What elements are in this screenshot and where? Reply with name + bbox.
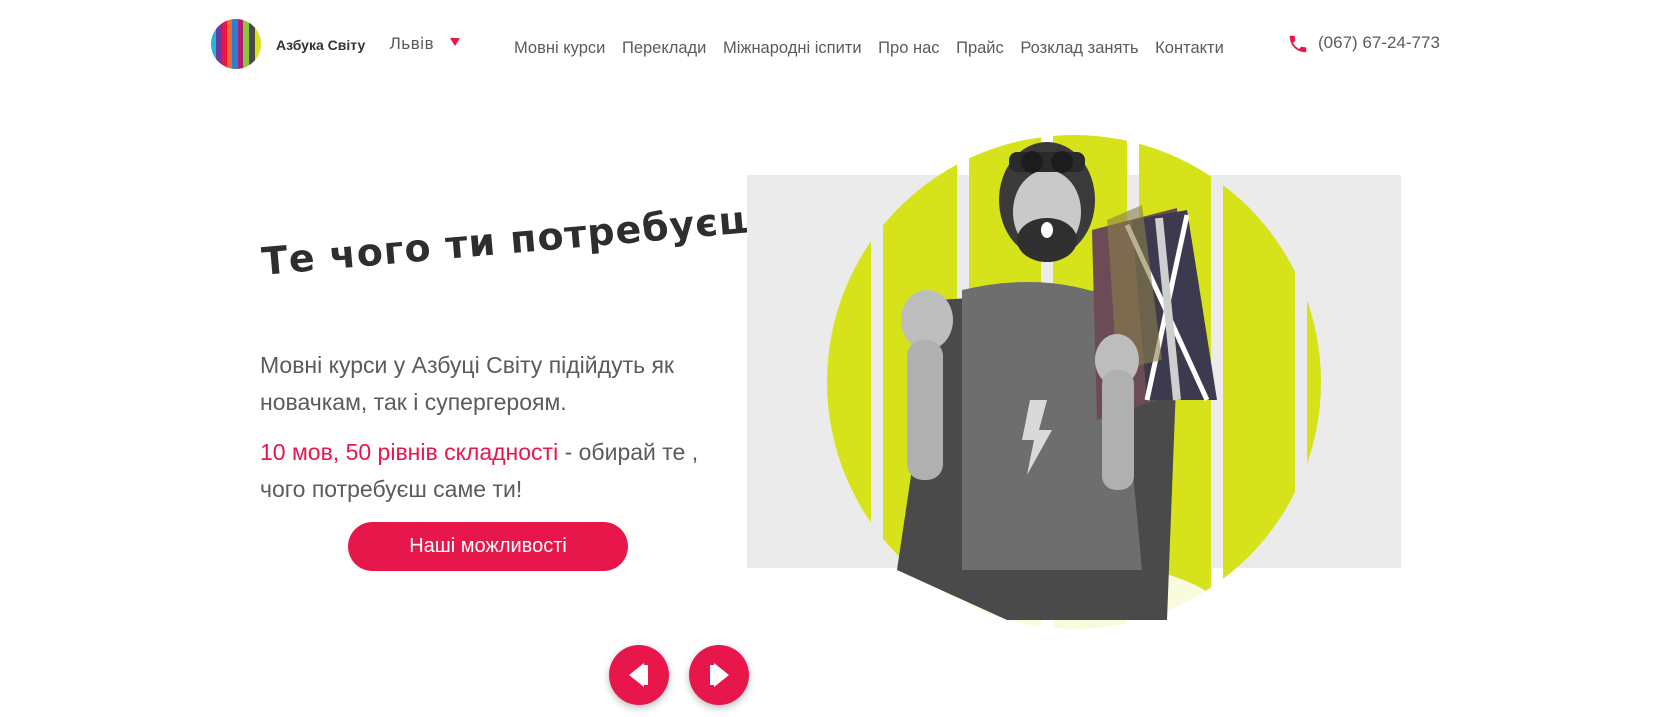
nav-item-about[interactable]: Про нас: [878, 39, 939, 58]
hero-description: Мовні курси у Азбуці Світу підійдуть як …: [260, 352, 674, 415]
slider-prev-button[interactable]: [609, 645, 669, 705]
nav-item-schedule[interactable]: Розклад занять: [1020, 39, 1138, 58]
arrow-right-icon: [710, 663, 729, 687]
phone-icon: [1289, 35, 1307, 53]
nav-item-language-courses[interactable]: Мовні курси: [514, 39, 605, 58]
our-possibilities-button[interactable]: Наші можливості: [348, 522, 628, 571]
phone-number[interactable]: (067) 67-24-773: [1318, 33, 1440, 53]
logo-icon[interactable]: [210, 18, 262, 70]
hero-highlight: 10 мов, 50 рівнів складності: [260, 439, 559, 465]
nav-item-contacts[interactable]: Контакти: [1155, 39, 1224, 58]
hero-description-secondary: 10 мов, 50 рівнів складності - обирай те…: [260, 434, 740, 508]
slider-next-button[interactable]: [689, 645, 749, 705]
hero-title: Те чого ти потребуєш!: [260, 194, 780, 284]
hero-illustration: [747, 135, 1401, 680]
nav-item-price[interactable]: Прайс: [956, 39, 1004, 58]
caret-down-icon[interactable]: [450, 38, 460, 46]
main-nav: Мовні курси Переклади Міжнародні іспити …: [514, 39, 1240, 58]
city-selector[interactable]: Львів: [389, 34, 434, 53]
brand-name[interactable]: Азбука Світу: [276, 37, 365, 53]
nav-item-international-exams[interactable]: Міжнародні іспити: [723, 39, 862, 58]
arrow-left-icon: [629, 663, 648, 687]
site-header: Азбука Світу Львів Мовні курси Переклади…: [0, 0, 1662, 90]
nav-item-translations[interactable]: Переклади: [622, 39, 706, 58]
